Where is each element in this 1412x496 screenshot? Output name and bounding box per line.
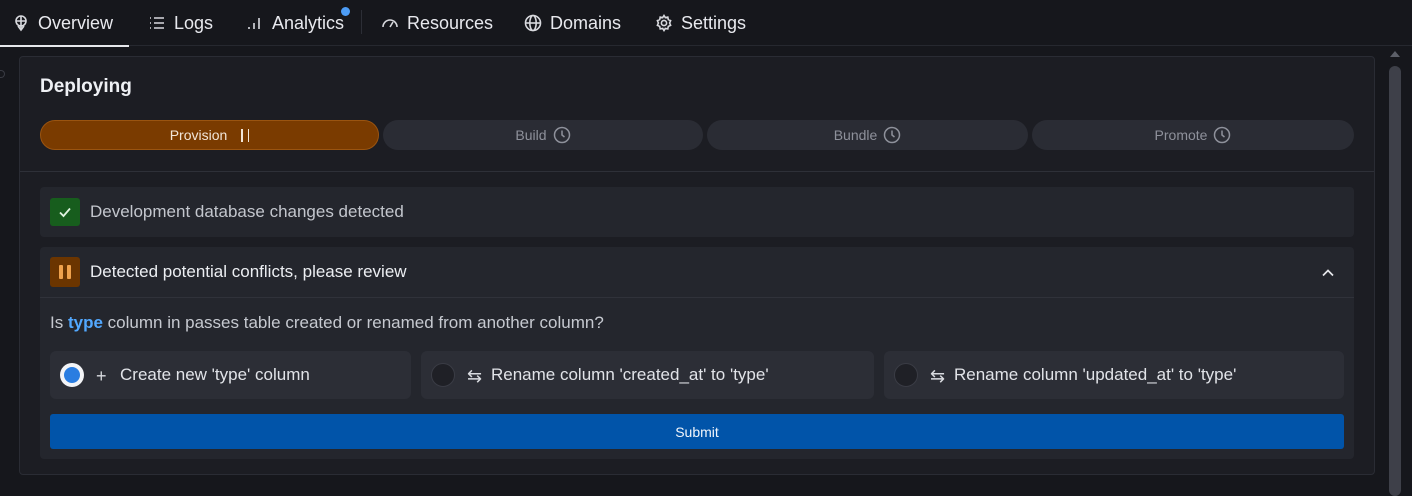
gear-icon — [655, 14, 673, 32]
tab-domains[interactable]: Domains — [524, 0, 621, 46]
tab-label: Logs — [174, 12, 214, 33]
globe-icon — [524, 14, 542, 32]
step-label: Promote — [1154, 127, 1208, 143]
changes-detected-text: Development database changes detected — [90, 202, 404, 221]
radio-unselected[interactable] — [431, 363, 455, 387]
option-create-column[interactable]: + Create new 'type' column — [50, 351, 411, 399]
option-label: Rename column 'created_at' to 'type' — [491, 365, 769, 384]
tab-settings[interactable]: Settings — [655, 0, 746, 46]
nav-separator — [361, 10, 362, 34]
deploy-card: Deploying Provision Build Bundle Promote… — [19, 56, 1375, 475]
scroll-up-arrow-icon[interactable] — [1390, 51, 1400, 57]
deploy-steps: Provision Build Bundle Promote — [40, 120, 1354, 150]
step-provision: Provision — [40, 120, 379, 150]
network-icon — [12, 14, 30, 32]
card-divider — [20, 171, 1374, 172]
pause-icon — [241, 128, 250, 142]
clock-icon — [884, 126, 901, 144]
edge-handle — [0, 70, 5, 78]
column-name-highlight: type — [67, 313, 103, 332]
tab-overview[interactable]: Overview — [0, 0, 130, 47]
step-label: Provision — [169, 127, 228, 143]
submit-button[interactable]: Submit — [50, 414, 1344, 449]
tab-label: Resources — [407, 12, 494, 33]
tab-label: Overview — [38, 12, 114, 33]
scrollbar-thumb[interactable] — [1389, 66, 1401, 496]
step-bundle: Bundle — [707, 120, 1028, 150]
changes-detected-row: Development database changes detected — [40, 187, 1354, 237]
tab-label: Domains — [550, 12, 622, 33]
option-rename-created-at[interactable]: ⇆ Rename column 'created_at' to 'type' — [421, 351, 874, 399]
tab-logs[interactable]: Logs — [148, 0, 213, 46]
gauge-icon — [381, 14, 399, 32]
panel-divider — [40, 297, 1354, 298]
step-promote: Promote — [1032, 120, 1354, 150]
question-suffix: column in passes table created or rename… — [107, 313, 604, 332]
step-label: Build — [515, 127, 547, 143]
option-rename-updated-at[interactable]: ⇆ Rename column 'updated_at' to 'type' — [884, 351, 1344, 399]
option-label: Rename column 'updated_at' to 'type' — [954, 365, 1237, 384]
question-prefix: Is — [50, 313, 64, 332]
card-title: Deploying — [40, 76, 132, 97]
list-icon — [148, 14, 166, 32]
tab-label: Settings — [681, 12, 747, 33]
swap-icon: ⇆ — [930, 366, 946, 386]
tab-label: Analytics — [272, 12, 345, 33]
plus-icon: + — [96, 366, 107, 386]
radio-unselected[interactable] — [894, 363, 918, 387]
top-navigation: Overview Logs Analytics Resources Domain… — [0, 0, 1412, 47]
conflicts-panel: Detected potential conflicts, please rev… — [40, 247, 1354, 459]
radio-selected[interactable] — [60, 363, 84, 387]
conflict-question: Is type column in passes table created o… — [50, 313, 604, 333]
pause-icon — [50, 257, 80, 287]
step-build: Build — [383, 120, 703, 150]
tab-analytics[interactable]: Analytics — [246, 0, 351, 46]
notification-dot — [341, 7, 351, 16]
step-label: Bundle — [833, 127, 878, 143]
clock-icon — [1214, 126, 1231, 144]
conflicts-heading: Detected potential conflicts, please rev… — [90, 262, 407, 281]
bar-chart-icon — [246, 14, 264, 32]
tab-resources[interactable]: Resources — [381, 0, 493, 46]
option-label: Create new 'type' column — [120, 365, 310, 384]
chevron-up-icon[interactable] — [1320, 265, 1336, 281]
clock-icon — [553, 126, 570, 144]
swap-icon: ⇆ — [467, 366, 483, 386]
check-icon — [50, 198, 80, 226]
